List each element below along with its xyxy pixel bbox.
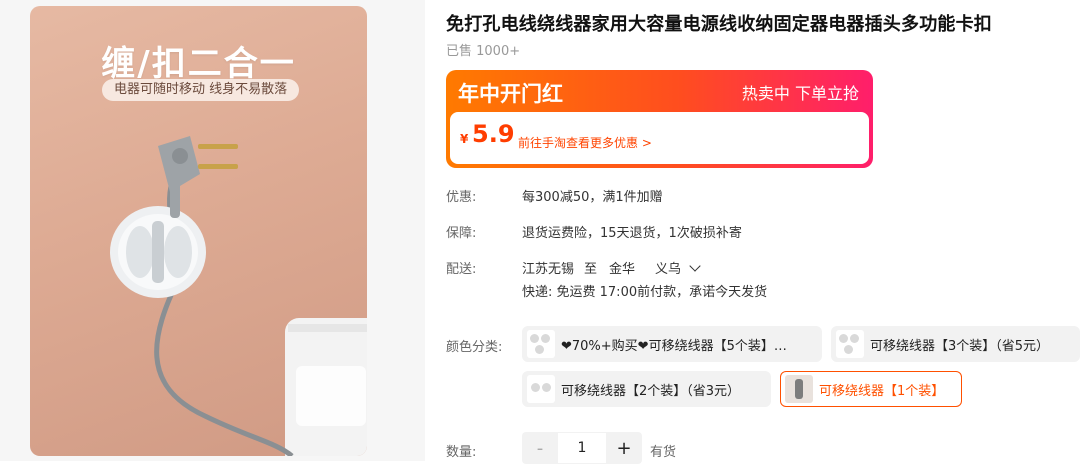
sku-option-label: ❤70%+购买❤可移绕线器【5个装】… [561,338,787,354]
discount-label: 优惠: [446,190,477,205]
chevron-down-icon[interactable] [689,260,701,272]
quantity-increase-button[interactable]: + [606,432,642,464]
shipping-label: 配送: [446,262,477,277]
product-image-area: 缠/扣二合一 电器可随时移动 线身不易散落 [0,0,425,461]
sku-option-5pack[interactable]: ❤70%+购买❤可移绕线器【5个装】… [522,326,822,362]
product-thumbnail-icon [527,330,555,358]
sku-option-2pack[interactable]: 可移绕线器【2个装】（省3元） [522,371,771,407]
sku-option-label: 可移绕线器【1个装】 [819,383,945,399]
quantity-stepper: - 1 + [522,432,642,464]
express-info: 快递: 免运费 17:00前付款，承诺今天发货 [522,285,768,300]
stock-status: 有货 [650,445,677,460]
sku-option-label: 可移绕线器【2个装】（省3元） [561,383,741,399]
quantity-label: 数量: [446,445,477,460]
image-tagline: 电器可随时移动 线身不易散落 [102,79,300,101]
price-box: ¥ 5.9 前往手淘查看更多优惠 > [450,112,869,164]
sku-option-1pack[interactable]: 可移绕线器【1个装】 [780,371,962,407]
discount-value: 每300减50，满1件加赠 [522,190,663,205]
promo-banner: 年中开门红 热卖中 下单立抢 ¥ 5.9 前往手淘查看更多优惠 > [446,70,873,168]
sold-count: 已售 1000+ [446,44,521,59]
product-thumbnail-icon [836,330,864,358]
promo-title: 年中开门红 [458,82,563,106]
ship-from: 江苏无锡 [522,262,575,277]
sku-label: 颜色分类: [446,340,503,355]
product-title: 免打孔电线绕线器家用大容量电源线收纳固定器电器插头多功能卡扣 [446,14,992,35]
image-headline: 缠/扣二合一 [101,44,296,84]
promo-status: 热卖中 下单立抢 [741,84,859,103]
quantity-input[interactable]: 1 [558,432,606,464]
quantity-decrease-button[interactable]: - [522,432,558,464]
ship-to-city[interactable]: 金华 [609,262,635,277]
guarantee-label: 保障: [446,226,477,241]
price-value: 5.9 [472,120,515,148]
sku-option-3pack[interactable]: 可移绕线器【3个装】（省5元） [831,326,1080,362]
product-thumbnail-icon [785,375,813,403]
product-thumbnail-icon [527,375,555,403]
ship-to-district[interactable]: 义乌 [655,262,681,277]
more-offers-link[interactable]: 前往手淘查看更多优惠 > [518,134,652,151]
shipping-route: 江苏无锡至金华 义乌 [522,258,701,277]
product-photo[interactable]: 缠/扣二合一 电器可随时移动 线身不易散落 [30,6,367,456]
guarantee-value: 退货运费险，15天退货，1次破损补寄 [522,226,742,241]
sku-option-label: 可移绕线器【3个装】（省5元） [870,338,1050,354]
currency-symbol: ¥ [460,132,469,146]
ship-separator: 至 [584,262,598,277]
